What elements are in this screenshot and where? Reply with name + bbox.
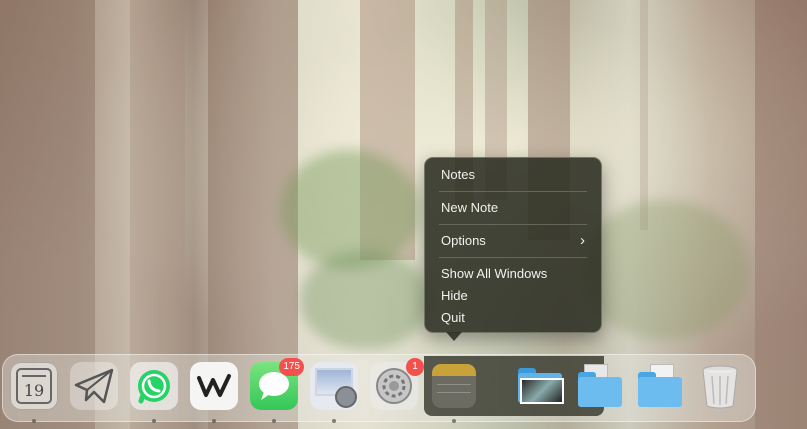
whatsapp-app[interactable] — [130, 362, 178, 410]
menu-separator — [439, 191, 587, 192]
menu-separator — [439, 257, 587, 258]
running-indicator — [332, 419, 336, 423]
telegram-app[interactable] — [70, 362, 118, 410]
downloads-stack[interactable] — [516, 362, 564, 410]
menu-item-new-note[interactable]: New Note — [435, 197, 591, 219]
notification-badge: 175 — [279, 358, 304, 376]
menu-item-options[interactable]: Options › — [435, 230, 591, 252]
trash-icon — [702, 365, 738, 409]
menu-item-label: Options — [441, 233, 486, 248]
menu-item-label: Hide — [441, 288, 468, 303]
notes-app[interactable] — [430, 362, 478, 410]
preview-icon — [313, 366, 357, 408]
whatsapp-icon — [138, 370, 170, 404]
running-indicator — [32, 419, 36, 423]
menu-item-hide[interactable]: Hide — [435, 285, 591, 307]
running-indicator — [452, 419, 456, 423]
paper-plane-icon — [74, 368, 114, 404]
running-indicator — [272, 419, 276, 423]
notification-badge: 1 — [406, 358, 424, 376]
menu-pointer — [446, 332, 462, 341]
dock-context-menu: Notes New Note Options › Show All Window… — [424, 157, 602, 333]
dock-divider — [497, 364, 498, 412]
documents-stack[interactable] — [576, 362, 624, 410]
preview-app[interactable] — [310, 362, 358, 410]
running-indicator — [152, 419, 156, 423]
menu-item-label: Notes — [441, 167, 475, 182]
writer-app[interactable] — [190, 362, 238, 410]
calendar-day: 19 — [23, 381, 45, 400]
folder-icon — [516, 366, 564, 406]
menu-item-show-all-windows[interactable]: Show All Windows — [435, 263, 591, 285]
messages-app[interactable]: 175 — [250, 358, 304, 410]
notes-icon — [432, 364, 476, 408]
menu-item-label: New Note — [441, 200, 499, 215]
menu-separator — [439, 224, 587, 225]
trash-app[interactable] — [696, 362, 744, 410]
menu-item-label: Show All Windows — [441, 266, 548, 281]
running-indicator — [212, 419, 216, 423]
w-logo-icon — [197, 374, 231, 397]
menu-item-notes[interactable]: Notes — [435, 164, 591, 186]
folder-stack[interactable] — [636, 362, 684, 410]
calendar-app[interactable]: 19 — [10, 362, 58, 410]
folder-icon — [576, 364, 624, 408]
system-settings-app[interactable]: 1 — [370, 358, 424, 410]
chevron-right-icon: › — [580, 232, 585, 249]
folder-icon — [636, 364, 684, 408]
menu-item-label: Quit — [441, 310, 465, 325]
menu-item-quit[interactable]: Quit — [435, 307, 591, 329]
calendar-icon: 19 — [16, 368, 52, 404]
